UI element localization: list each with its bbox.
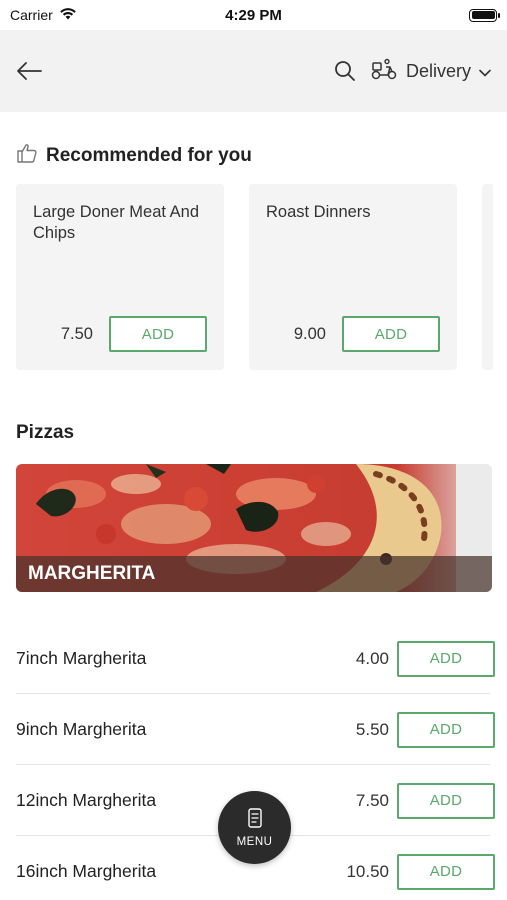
menu-item-actions: 10.50 ADD [346,853,495,890]
recommended-carousel[interactable]: Large Doner Meat And Chips 7.50 ADD Roas… [16,184,493,370]
recommended-card-footer: 7.50 ADD [61,316,207,352]
delivery-mode-selector[interactable]: Delivery [370,58,491,85]
recommended-title: Recommended for you [46,145,252,166]
menu-item-name: 7inch Margherita [16,648,147,668]
menu-item-row[interactable]: 9inch Margherita 5.50 ADD [0,694,507,765]
add-button[interactable]: ADD [397,853,495,890]
battery-fill [471,11,495,19]
battery-icon [469,8,500,22]
carrier-label: Carrier [10,7,53,23]
delivery-label: Delivery [405,60,471,81]
menu-item-actions: 5.50 ADD [355,711,495,748]
banner-label: MARGHERITA [16,556,492,592]
recommended-item-price: 7.50 [60,324,93,343]
menu-item-price: 4.00 [355,648,389,668]
recommended-card[interactable]: Large Doner Meat And Chips 7.50 ADD [16,184,224,370]
nav-bar: Delivery [0,30,507,112]
recommended-section: Recommended for you Large Doner Meat And… [0,112,507,370]
status-bar: Carrier 4:29 PM [0,0,507,30]
menu-item-price: 5.50 [355,719,389,739]
thumbs-up-icon [16,142,38,170]
add-button[interactable]: ADD [397,782,495,819]
menu-item-name: 16inch Margherita [16,861,157,881]
add-button[interactable]: ADD [109,316,207,352]
recommended-header: Recommended for you [16,142,507,170]
menu-item-name: 12inch Margherita [16,790,157,810]
menu-item-actions: 4.00 ADD [355,640,495,677]
menu-item-price: 7.50 [355,790,389,810]
chevron-down-icon [479,61,491,82]
wifi-icon [59,7,77,23]
category-banner[interactable]: MARGHERITA [16,464,492,592]
menu-item-row[interactable]: 7inch Margherita 4.00 ADD [0,623,507,694]
recommended-card-partial[interactable] [482,184,493,370]
nav-actions: Delivery [334,58,491,85]
add-button[interactable]: ADD [397,711,495,748]
recommended-item-name: Roast Dinners [266,203,371,221]
recommended-card-footer: 9.00 ADD [294,316,440,352]
menu-item-name: 9inch Margherita [16,719,147,739]
menu-button[interactable]: MENU [218,791,291,864]
menu-item-price: 10.50 [346,861,389,881]
arrow-left-icon[interactable] [16,61,42,81]
menu-book-icon [247,807,263,831]
status-left: Carrier [10,7,77,23]
recommended-item-name: Large Doner Meat And Chips [33,203,200,242]
delivery-scooter-icon [370,58,398,85]
add-button[interactable]: ADD [342,316,440,352]
menu-item-actions: 7.50 ADD [355,782,495,819]
pizzas-section-title: Pizzas [16,422,75,443]
recommended-card[interactable]: Roast Dinners 9.00 ADD [249,184,457,370]
menu-button-label: MENU [236,835,273,848]
add-button[interactable]: ADD [397,640,495,677]
recommended-item-price: 9.00 [293,324,326,343]
search-icon[interactable] [334,60,356,82]
